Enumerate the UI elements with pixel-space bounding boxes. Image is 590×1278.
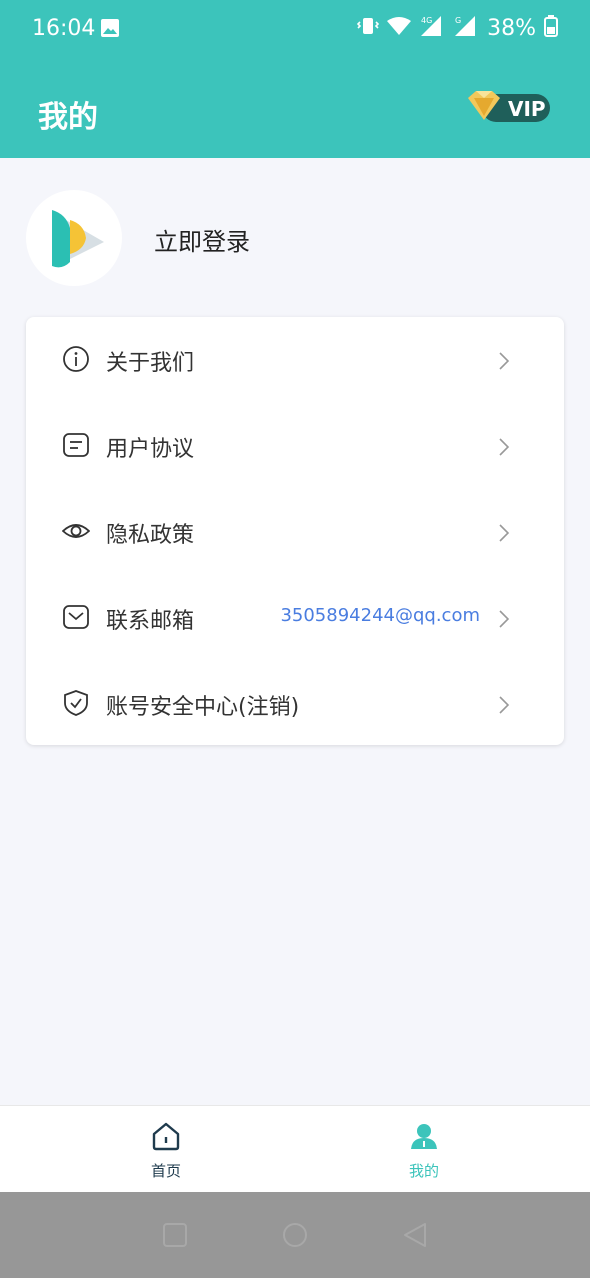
- document-icon: [62, 431, 90, 459]
- vibrate-icon: [356, 15, 380, 41]
- back-triangle-icon[interactable]: [402, 1222, 428, 1252]
- menu-label: 联系邮箱: [106, 609, 195, 634]
- system-navigation-bar: [0, 1192, 590, 1278]
- battery-icon: [544, 15, 558, 41]
- info-icon: [62, 345, 90, 373]
- shield-icon: [62, 689, 90, 717]
- header: 16:04 4G G 38% 我的 VIP: [0, 0, 590, 158]
- battery-percent: 38%: [487, 15, 536, 41]
- page-title: 我的: [38, 100, 98, 135]
- signal-g-icon: G: [453, 15, 479, 41]
- menu-item-about[interactable]: 关于我们: [26, 317, 564, 403]
- signal-4g-icon: 4G: [419, 15, 445, 41]
- menu-label: 关于我们: [106, 351, 195, 376]
- circle-icon[interactable]: [282, 1222, 308, 1252]
- wifi-icon: [387, 16, 412, 40]
- menu-label: 用户协议: [106, 437, 195, 462]
- vip-badge[interactable]: VIP: [464, 88, 552, 128]
- tab-mine-label: 我的: [408, 1162, 439, 1180]
- bottom-nav: 首页 我的: [0, 1105, 590, 1193]
- menu-label: 账号安全中心(注销): [106, 695, 300, 720]
- tab-mine[interactable]: 我的: [364, 1120, 484, 1181]
- tab-home-label: 首页: [150, 1162, 181, 1180]
- login-link[interactable]: 立即登录: [154, 222, 250, 257]
- menu-card: 关于我们 用户协议 隐私政策 联系邮箱 3505894244@qq.com 账号…: [26, 317, 564, 745]
- eye-icon: [61, 517, 91, 545]
- vip-label: VIP: [508, 97, 546, 121]
- status-icons: 4G G 38%: [356, 14, 558, 42]
- tab-home[interactable]: 首页: [106, 1120, 226, 1181]
- chevron-right-icon: [498, 695, 510, 715]
- menu-label: 隐私政策: [106, 523, 195, 548]
- menu-item-user-agreement[interactable]: 用户协议: [26, 403, 564, 489]
- chevron-right-icon: [498, 609, 510, 629]
- app-logo-icon: [52, 210, 104, 268]
- menu-item-privacy[interactable]: 隐私政策: [26, 489, 564, 575]
- square-icon[interactable]: [162, 1222, 188, 1252]
- profile-section[interactable]: 立即登录: [26, 190, 566, 286]
- chevron-right-icon: [498, 437, 510, 457]
- menu-item-contact-email[interactable]: 联系邮箱 3505894244@qq.com: [26, 575, 564, 661]
- image-icon: [100, 18, 120, 42]
- svg-text:G: G: [455, 16, 461, 25]
- home-icon: [150, 1122, 182, 1156]
- chevron-right-icon: [498, 351, 510, 371]
- chevron-right-icon: [498, 523, 510, 543]
- avatar[interactable]: [26, 190, 122, 286]
- user-icon: [408, 1124, 440, 1156]
- mail-icon: [62, 603, 90, 631]
- menu-item-account-security[interactable]: 账号安全中心(注销): [26, 661, 564, 747]
- svg-text:4G: 4G: [421, 16, 432, 25]
- screen: 16:04 4G G 38% 我的 VIP 立即登录 关于我们 用户协议 隐私政…: [0, 0, 590, 1278]
- status-bar: 16:04 4G G 38%: [0, 0, 590, 56]
- contact-email-value[interactable]: 3505894244@qq.com: [280, 605, 480, 626]
- status-time: 16:04: [32, 16, 96, 41]
